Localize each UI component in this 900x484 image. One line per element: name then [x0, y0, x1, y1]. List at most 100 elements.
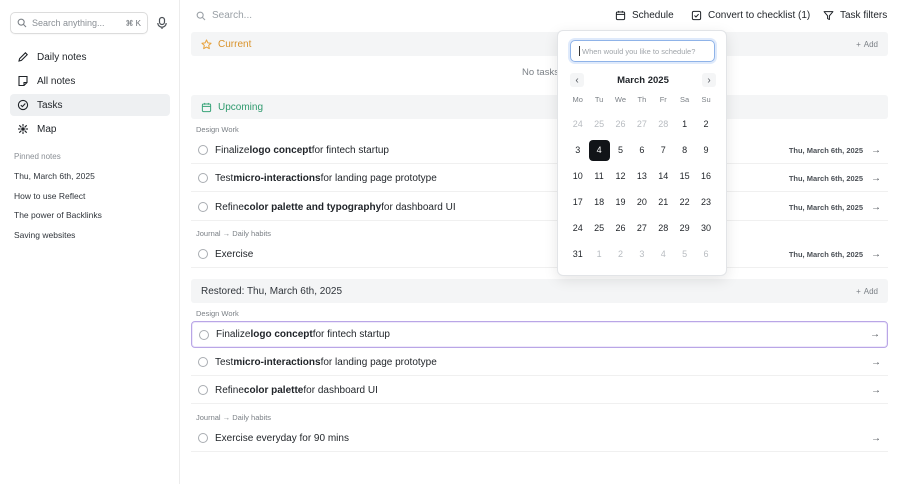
task-checkbox[interactable]: [198, 202, 208, 212]
task-row[interactable]: Exercise Thu, March 6th, 2025 →: [191, 241, 888, 268]
calendar-day[interactable]: 16: [695, 163, 716, 189]
schedule-button[interactable]: Schedule: [615, 10, 674, 21]
sidebar-item-daily-notes[interactable]: Daily notes: [10, 46, 170, 68]
calendar-day[interactable]: 6: [631, 137, 652, 163]
pinned-note[interactable]: Thu, March 6th, 2025: [14, 171, 174, 191]
sidebar-search-placeholder: Search anything...: [32, 18, 105, 28]
calendar-day[interactable]: 24: [567, 215, 588, 241]
sidebar-item-label: All notes: [37, 75, 76, 87]
calendar-day[interactable]: 26: [610, 215, 631, 241]
calendar-day[interactable]: 4: [653, 241, 674, 267]
restored-add-button[interactable]: + Add: [856, 287, 878, 296]
pinned-note[interactable]: How to use Reflect: [14, 191, 174, 211]
calendar-day[interactable]: 20: [631, 189, 652, 215]
calendar-day[interactable]: 2: [610, 241, 631, 267]
calendar-day[interactable]: 5: [674, 241, 695, 267]
current-add-button[interactable]: + Add: [856, 40, 878, 49]
calendar-day[interactable]: 23: [695, 189, 716, 215]
task-row[interactable]: Refine color palette and typography for …: [191, 194, 888, 221]
calendar-day[interactable]: 1: [674, 111, 695, 137]
sidebar-item-tasks[interactable]: Tasks: [10, 94, 170, 116]
calendar-day[interactable]: 7: [653, 137, 674, 163]
task-checkbox[interactable]: [198, 433, 208, 443]
calendar-day[interactable]: 19: [610, 189, 631, 215]
calendar-day[interactable]: 18: [588, 189, 609, 215]
calendar-day[interactable]: 27: [631, 111, 652, 137]
calendar-day[interactable]: 21: [653, 189, 674, 215]
calendar-day[interactable]: 24: [567, 111, 588, 137]
calendar-day[interactable]: 3: [567, 137, 588, 163]
calendar-day[interactable]: 15: [674, 163, 695, 189]
calendar-day[interactable]: 25: [588, 111, 609, 137]
microphone-icon[interactable]: [155, 16, 169, 30]
task-checkbox[interactable]: [198, 145, 208, 155]
task-row[interactable]: Finalize logo concept for fintech startu…: [191, 137, 888, 164]
calendar-day[interactable]: 8: [674, 137, 695, 163]
task-row[interactable]: Test micro-interactions for landing page…: [191, 165, 888, 192]
pinned-note[interactable]: Saving websites: [14, 230, 174, 250]
calendar-day[interactable]: 10: [567, 163, 588, 189]
task-row[interactable]: Exercise everyday for 90 mins →: [191, 425, 888, 452]
calendar-day[interactable]: 28: [653, 215, 674, 241]
task-checkbox[interactable]: [199, 329, 209, 340]
task-group-breadcrumb[interactable]: Journal → Daily habits: [196, 413, 271, 422]
task-checkbox[interactable]: [198, 249, 208, 259]
task-text-pre: Finalize: [215, 144, 250, 156]
schedule-input[interactable]: When would you like to schedule?: [570, 40, 715, 62]
arrow-right-icon[interactable]: →: [871, 357, 881, 368]
calendar-day[interactable]: 2: [695, 111, 716, 137]
calendar-day[interactable]: 3: [631, 241, 652, 267]
task-row[interactable]: Test micro-interactions for landing page…: [191, 349, 888, 376]
arrow-right-icon[interactable]: →: [871, 249, 881, 260]
calendar-day[interactable]: 30: [695, 215, 716, 241]
sidebar-item-all-notes[interactable]: All notes: [10, 70, 170, 92]
arrow-right-icon[interactable]: →: [871, 385, 881, 396]
task-checkbox[interactable]: [198, 357, 208, 367]
current-section-header[interactable]: Current + Add: [191, 32, 888, 56]
top-search-input[interactable]: Search...: [196, 10, 252, 21]
task-text-pre: Refine: [215, 201, 244, 213]
task-checkbox[interactable]: [198, 173, 208, 183]
calendar-day[interactable]: 11: [588, 163, 609, 189]
calendar-day[interactable]: 6: [695, 241, 716, 267]
task-checkbox[interactable]: [198, 385, 208, 395]
calendar-day[interactable]: 25: [588, 215, 609, 241]
calendar-day[interactable]: 28: [653, 111, 674, 137]
arrow-right-icon[interactable]: →: [871, 433, 881, 444]
calendar-day[interactable]: 31: [567, 241, 588, 267]
task-group-breadcrumb[interactable]: Journal → Daily habits: [196, 229, 271, 238]
arrow-right-icon[interactable]: →: [870, 329, 880, 340]
arrow-right-icon[interactable]: →: [871, 202, 881, 213]
arrow-right-icon[interactable]: →: [871, 145, 881, 156]
task-filters-button[interactable]: Task filters: [823, 10, 887, 21]
chevron-left-icon[interactable]: ‹: [570, 73, 584, 87]
task-group-breadcrumb[interactable]: Design Work: [196, 125, 239, 134]
calendar-day[interactable]: 9: [695, 137, 716, 163]
calendar-day[interactable]: 5: [610, 137, 631, 163]
calendar-day[interactable]: 29: [674, 215, 695, 241]
task-text-post: for dashboard UI: [381, 201, 456, 213]
calendar-week-row: 17 18 19 20 21 22 23: [567, 189, 719, 215]
chevron-right-icon[interactable]: ›: [701, 73, 716, 87]
task-text-pre: Finalize: [216, 329, 251, 340]
restored-section-header[interactable]: Restored: Thu, March 6th, 2025 + Add: [191, 279, 888, 303]
pinned-note[interactable]: The power of Backlinks: [14, 210, 174, 230]
sidebar-item-map[interactable]: Map: [10, 118, 170, 140]
calendar-day[interactable]: 1: [588, 241, 609, 267]
task-group-breadcrumb[interactable]: Design Work: [196, 309, 239, 318]
calendar-day[interactable]: 22: [674, 189, 695, 215]
task-row[interactable]: Refine color palette for dashboard UI →: [191, 377, 888, 404]
sidebar-search-input[interactable]: Search anything... ⌘ K: [10, 12, 148, 34]
calendar-day[interactable]: 26: [610, 111, 631, 137]
calendar-day[interactable]: 14: [653, 163, 674, 189]
task-row-focused[interactable]: Finalize logo concept for fintech startu…: [191, 321, 888, 348]
calendar-day[interactable]: 27: [631, 215, 652, 241]
calendar-day-selected[interactable]: 4: [588, 137, 610, 163]
task-text-pre: Exercise everyday for 90 mins: [215, 432, 349, 444]
calendar-day[interactable]: 17: [567, 189, 588, 215]
calendar-day[interactable]: 12: [610, 163, 631, 189]
calendar-day[interactable]: 13: [631, 163, 652, 189]
upcoming-section-header[interactable]: Upcoming: [191, 95, 888, 119]
convert-to-checklist-button[interactable]: Convert to checklist (1): [691, 10, 810, 21]
arrow-right-icon[interactable]: →: [871, 173, 881, 184]
